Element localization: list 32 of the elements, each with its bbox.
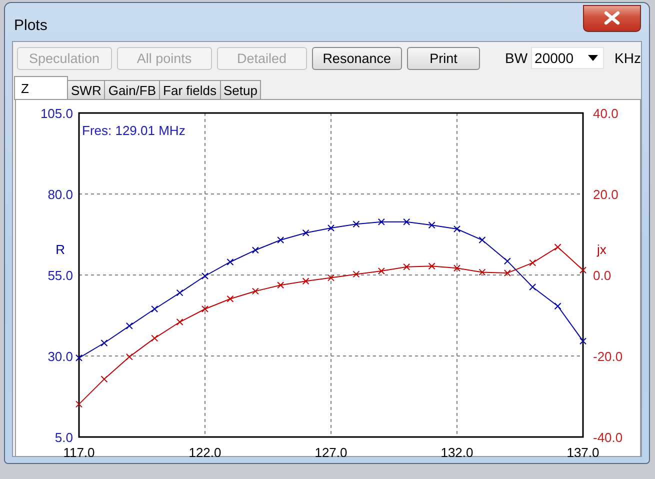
y-tick-label: 105.0 xyxy=(40,106,73,121)
x-tick-label: 122.0 xyxy=(188,445,222,457)
caret-icon xyxy=(588,55,598,61)
x-tick-label: 132.0 xyxy=(440,445,474,457)
resonance-annotation: Fres: 129.01 MHz xyxy=(82,123,186,138)
bandwidth-dropdown[interactable]: 20000 xyxy=(530,47,604,69)
y-tick-label: 55.0 xyxy=(48,268,73,283)
y-tick-label: 40.0 xyxy=(593,106,618,121)
bandwidth-label: BW xyxy=(504,50,528,66)
series-label: R xyxy=(56,242,65,257)
toolbar-button[interactable]: Resonance xyxy=(312,46,402,70)
tab[interactable]: SWR xyxy=(67,80,106,100)
y-tick-label: 30.0 xyxy=(48,349,73,364)
y-tick-label: 0.0 xyxy=(593,268,612,283)
y-tick-label: 80.0 xyxy=(48,187,73,202)
unit-label: KHz xyxy=(614,50,641,66)
x-tick-label: 127.0 xyxy=(314,445,348,457)
x-tick-label: 117.0 xyxy=(63,445,95,457)
y-tick-label: 5.0 xyxy=(54,430,73,445)
window-title: Plots xyxy=(14,16,48,34)
tab[interactable]: Gain/FB xyxy=(104,80,160,100)
tab[interactable]: Far fields xyxy=(159,80,220,100)
close-button[interactable] xyxy=(583,4,641,32)
tab[interactable]: Z xyxy=(14,76,68,100)
y-tick-label: -20.0 xyxy=(593,349,623,364)
toolbar-button[interactable]: Print xyxy=(407,46,480,70)
close-icon xyxy=(603,11,621,25)
y-tick-label: -40.0 xyxy=(593,430,623,445)
x-tick-label: 137.0 xyxy=(566,445,600,457)
y-tick-label: 20.0 xyxy=(593,187,618,202)
tab[interactable]: Setup xyxy=(220,80,262,100)
series-label: jx xyxy=(597,242,606,257)
